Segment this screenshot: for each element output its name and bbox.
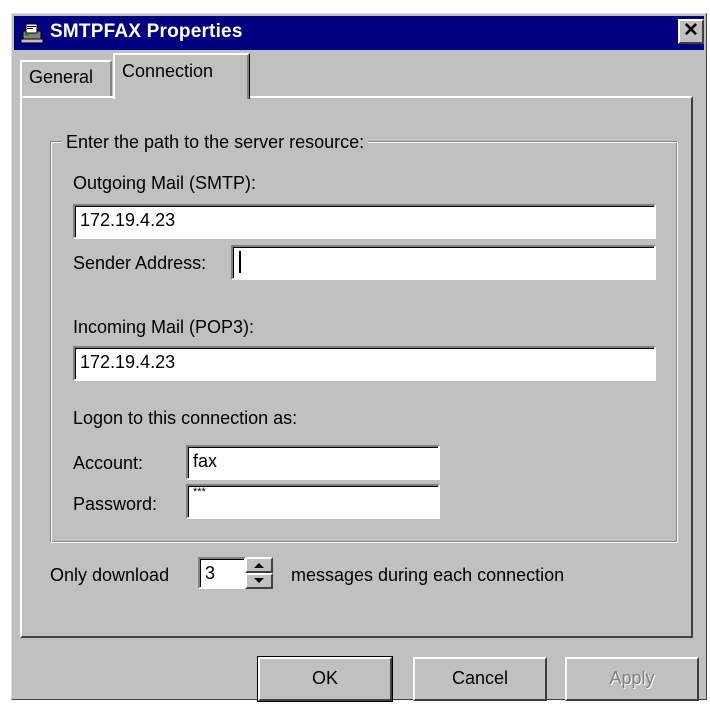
download-prefix-label: Only download	[50, 565, 170, 585]
password-value: ***	[193, 486, 206, 498]
spin-up-button[interactable]	[245, 557, 273, 573]
tab-general-label: General	[29, 67, 94, 87]
account-input[interactable]: fax	[186, 445, 440, 480]
window-title: SMTPFAX Properties	[50, 21, 243, 42]
cancel-button[interactable]: Cancel	[413, 657, 547, 701]
message-count-input[interactable]: 3	[198, 557, 246, 589]
cancel-button-label: Cancel	[451, 668, 509, 688]
download-suffix-label: messages during each connection	[291, 565, 565, 585]
tab-connection[interactable]: Connection	[113, 53, 250, 99]
sender-address-input[interactable]	[231, 245, 656, 280]
account-value: fax	[193, 451, 218, 471]
logon-label: Logon to this connection as:	[73, 408, 298, 428]
spin-down-icon	[254, 578, 264, 583]
text-caret	[239, 251, 241, 274]
title-bar[interactable]: SMTPFAX Properties	[14, 16, 704, 50]
incoming-mail-input[interactable]: 172.19.4.23	[73, 346, 656, 381]
spin-down-button[interactable]	[245, 573, 273, 589]
sender-address-label: Sender Address:	[73, 253, 207, 273]
tab-general[interactable]: General	[20, 60, 112, 96]
close-icon: ✕	[683, 20, 699, 41]
ok-button-label: OK	[311, 668, 338, 688]
close-button[interactable]: ✕	[678, 19, 704, 44]
fax-icon	[20, 23, 44, 44]
tab-connection-label: Connection	[122, 61, 214, 81]
password-label: Password:	[73, 494, 158, 514]
password-input[interactable]: ***	[186, 484, 440, 519]
apply-button-label: Apply	[609, 668, 655, 688]
outgoing-mail-label: Outgoing Mail (SMTP):	[73, 173, 257, 193]
incoming-mail-value: 172.19.4.23	[80, 352, 176, 372]
outgoing-mail-input[interactable]: 172.19.4.23	[73, 204, 656, 239]
account-label: Account:	[73, 453, 144, 473]
message-count-spinner	[245, 557, 273, 589]
server-group-legend: Enter the path to the server resource:	[62, 132, 369, 153]
outgoing-mail-value: 172.19.4.23	[80, 210, 176, 230]
message-count-value: 3	[205, 563, 216, 583]
apply-button[interactable]: Apply	[565, 657, 699, 701]
ok-button[interactable]: OK	[257, 656, 393, 702]
server-group-box	[50, 141, 678, 543]
incoming-mail-label: Incoming Mail (POP3):	[73, 317, 255, 337]
spin-up-icon	[254, 563, 264, 568]
